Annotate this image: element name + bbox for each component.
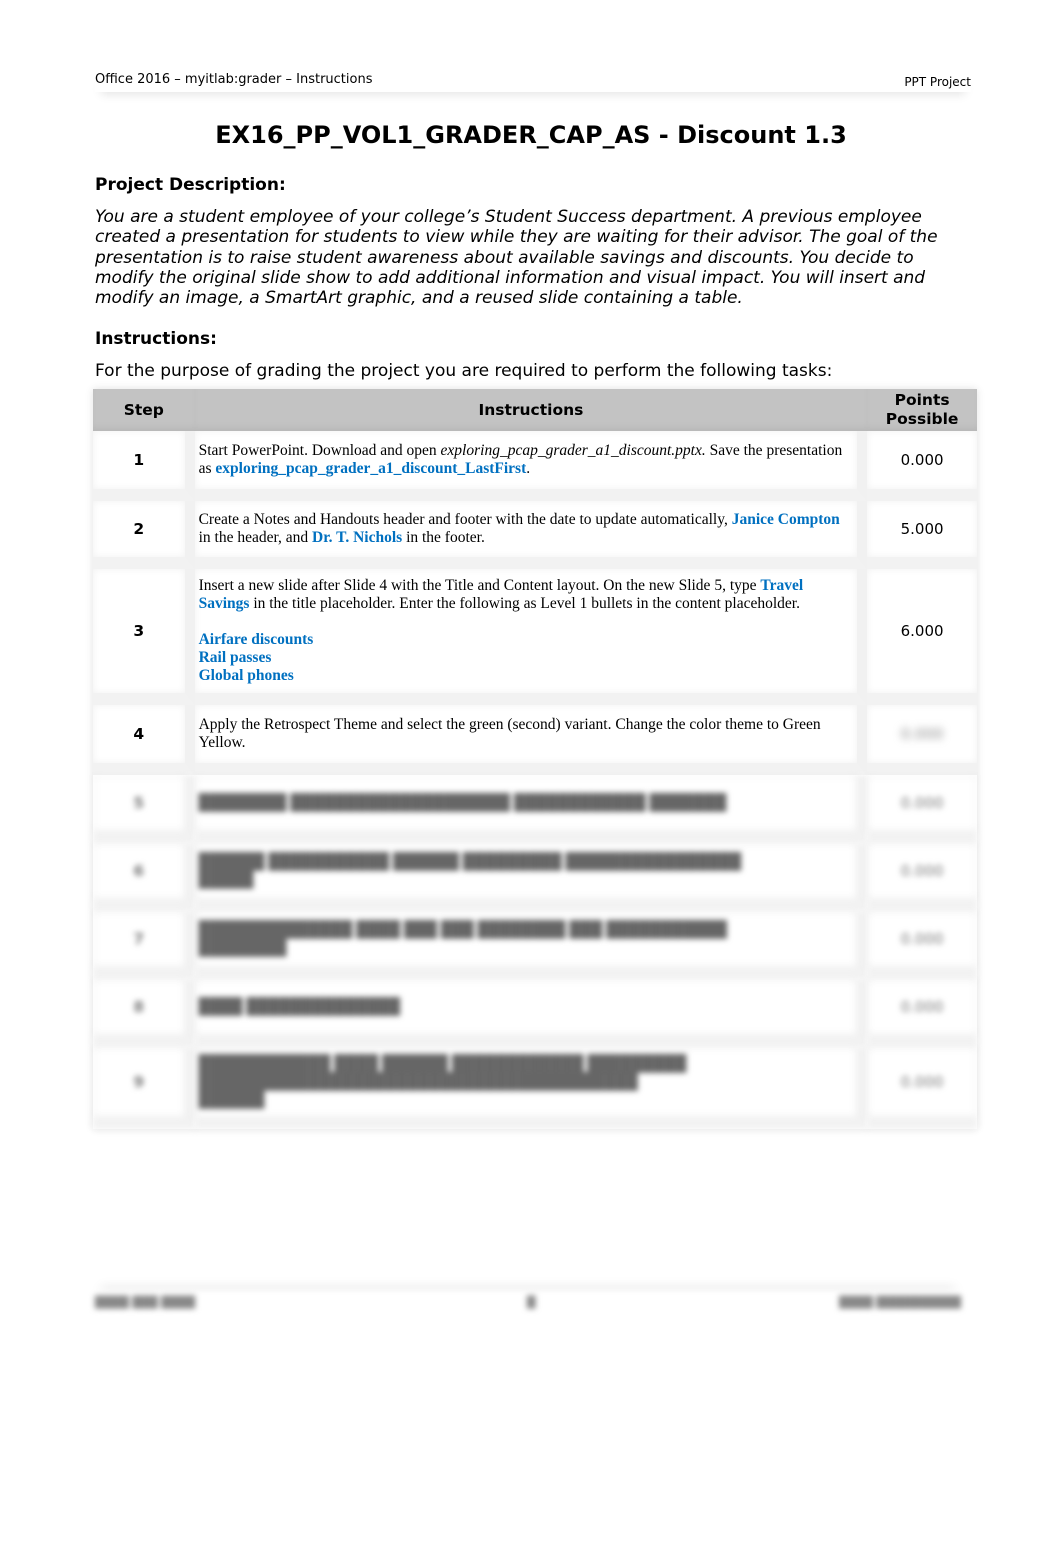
instructions-heading: Instructions: [95, 329, 217, 349]
step-instruction-obscured: ████ ██████████████ [194, 979, 868, 1047]
table-row-obscured: 8 ████ ██████████████ 0.000 [93, 979, 977, 1047]
step-points: 5.000 [867, 501, 977, 569]
instruction-text: in the title placeholder. Enter the foll… [249, 595, 800, 612]
tasks-table: Step Instructions Points Possible 1 Star… [93, 389, 977, 1129]
document-title: EX16_PP_VOL1_GRADER_CAP_AS - Discount 1.… [215, 121, 847, 149]
instruction-text: Start PowerPoint. Download and open [198, 442, 441, 459]
step-points-obscured: 0.000 [867, 911, 977, 979]
step-number: 8 [93, 979, 195, 1047]
footer-page-number-obscured: █ [527, 1296, 536, 1309]
step-number: 5 [93, 775, 195, 843]
instruction-text: in the footer. [402, 529, 485, 546]
header-left-text: Office 2016 – myitlab:grader – Instructi… [95, 72, 373, 87]
header-instructions: Instructions [194, 389, 868, 431]
step-points: 6.000 [867, 569, 977, 705]
header-points-line1: Points [894, 391, 950, 409]
bullet-item: Airfare discounts [198, 631, 314, 648]
footer-left-obscured: ████ ███ ████ [95, 1296, 196, 1309]
project-description-heading: Project Description: [95, 175, 286, 195]
instruction-text: in the header, and [198, 529, 313, 546]
step-instruction: Insert a new slide after Slide 4 with th… [194, 569, 868, 705]
step-number: 4 [93, 705, 195, 775]
footer-right-obscured: ████ ██████████ [839, 1296, 961, 1309]
step-instruction-obscured: ██████ ███████████ ██████ █████████ ████… [194, 843, 868, 911]
table-row-obscured: 6 ██████ ███████████ ██████ █████████ ██… [93, 843, 977, 911]
table-row-obscured: 7 ██████████████ ████ ███ ███ ████████ █… [93, 911, 977, 979]
table-row: 1 Start PowerPoint. Download and open ex… [93, 431, 977, 501]
step-points-obscured: 0.000 [867, 705, 977, 775]
highlighted-value: exploring_pcap_grader_a1_discount_LastFi… [215, 460, 527, 477]
table-row: 3 Insert a new slide after Slide 4 with … [93, 569, 977, 705]
table-row-obscured: 9 ████████████ ████ ██████ ████████████ … [93, 1047, 977, 1129]
table-header-row: Step Instructions Points Possible [93, 389, 977, 431]
table-row: 4 Apply the Retrospect Theme and select … [93, 705, 977, 775]
page-footer-obscured: ████ ███ ████ █ ████ ██████████ [95, 1290, 961, 1312]
highlighted-value: Dr. T. Nichols [312, 529, 403, 546]
step-number: 3 [93, 569, 195, 705]
step-instruction: Create a Notes and Handouts header and f… [194, 501, 868, 569]
instruction-text: . [526, 460, 531, 477]
header-points-line2: Possible [885, 410, 959, 428]
bullet-list: Airfare discounts Rail passes Global pho… [199, 631, 850, 685]
page-header: Office 2016 – myitlab:grader – Instructi… [95, 70, 971, 92]
file-name: exploring_pcap_grader_a1_discount.pptx. [440, 442, 706, 459]
step-instruction-obscured: ████████████ ████ ██████ ████████████ ██… [194, 1047, 868, 1129]
step-points-obscured: 0.000 [867, 1047, 977, 1129]
step-instruction: Apply the Retrospect Theme and select th… [194, 705, 868, 775]
step-points-obscured: 0.000 [867, 979, 977, 1047]
table-row-obscured: 5 ████████ ████████████████████ ████████… [93, 775, 977, 843]
bullet-item: Rail passes [198, 649, 272, 666]
project-description-text: You are a student employee of your colle… [95, 207, 938, 309]
table-row: 2 Create a Notes and Handouts header and… [93, 501, 977, 569]
instruction-text: Insert a new slide after Slide 4 with th… [198, 577, 761, 594]
header-points: Points Possible [867, 389, 977, 431]
step-number: 2 [93, 501, 195, 569]
step-instruction-obscured: ██████████████ ████ ███ ███ ████████ ███… [194, 911, 868, 979]
step-instruction: Start PowerPoint. Download and open expl… [194, 431, 868, 501]
instruction-text: Create a Notes and Handouts header and f… [198, 511, 732, 528]
bullet-item: Global phones [198, 667, 294, 684]
step-number: 1 [93, 431, 195, 501]
step-points-obscured: 0.000 [867, 775, 977, 843]
step-points: 0.000 [867, 431, 977, 501]
step-instruction-obscured: ████████ ████████████████████ ██████████… [194, 775, 868, 843]
header-step: Step [93, 389, 195, 431]
step-points-obscured: 0.000 [867, 843, 977, 911]
highlighted-value: Janice Compton [731, 511, 840, 528]
step-number: 9 [93, 1047, 195, 1129]
instructions-intro: For the purpose of grading the project y… [95, 361, 833, 381]
step-number: 6 [93, 843, 195, 911]
header-right-text: PPT Project [904, 75, 971, 89]
step-number: 7 [93, 911, 195, 979]
